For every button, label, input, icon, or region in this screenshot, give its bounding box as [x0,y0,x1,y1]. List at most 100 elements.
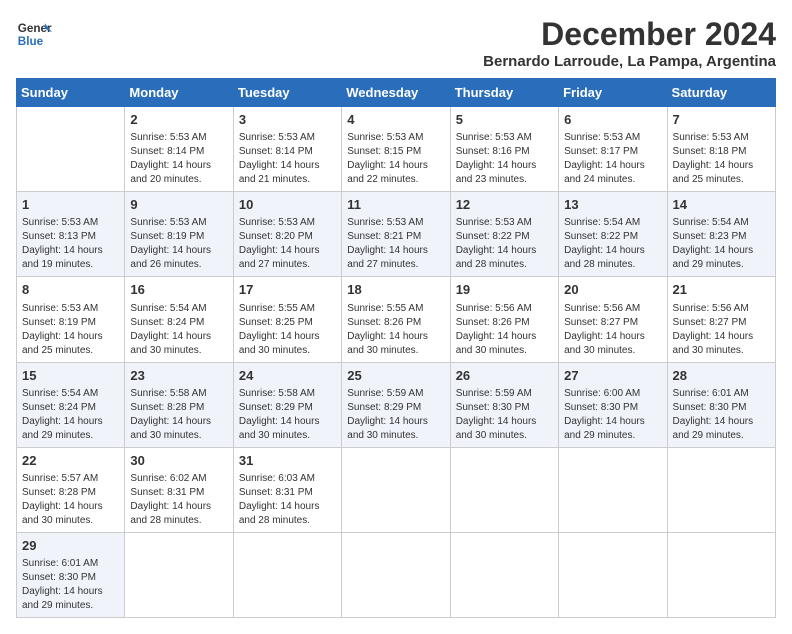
calendar-cell: 7Sunrise: 5:53 AM Sunset: 8:18 PM Daylig… [667,107,775,192]
day-number: 20 [564,281,661,299]
calendar-week-row: 29Sunrise: 6:01 AM Sunset: 8:30 PM Dayli… [17,532,776,617]
calendar-cell: 17Sunrise: 5:55 AM Sunset: 8:25 PM Dayli… [233,277,341,362]
day-info: Sunrise: 5:56 AM Sunset: 8:27 PM Dayligh… [673,302,770,358]
calendar-cell [125,532,233,617]
calendar-cell [559,447,667,532]
day-number: 31 [239,452,336,470]
calendar-cell: 23 Sunrise: 5:58 AM Sunset: 8:28 PM Dayli… [125,362,233,447]
day-number: 1 [22,196,119,214]
day-info: Sunrise: 5:56 AM Sunset: 8:27 PM Dayligh… [564,302,661,358]
header-saturday: Saturday [667,79,775,107]
calendar-cell: 19 Sunrise: 5:56 AM Sunset: 8:26 PM Dayli… [450,277,558,362]
day-number: 16 [130,281,227,299]
day-info: Sunrise: 5:59 AM Sunset: 8:30 PM Dayligh… [456,387,553,443]
calendar-cell: 21Sunrise: 5:56 AM Sunset: 8:27 PM Dayli… [667,277,775,362]
day-number: 19 [456,281,553,299]
header-sunday: Sunday [17,79,125,107]
month-title: December 2024 [483,16,776,53]
calendar-cell [667,447,775,532]
header-tuesday: Tuesday [233,79,341,107]
calendar-cell: 24Sunrise: 5:58 AM Sunset: 8:29 PM Dayli… [233,362,341,447]
day-info: Sunrise: 5:53 AM Sunset: 8:17 PM Dayligh… [564,131,661,187]
day-info: Sunrise: 5:53 AM Sunset: 8:19 PM Dayligh… [22,302,119,358]
calendar-cell: 2Sunrise: 5:53 AM Sunset: 8:14 PM Daylig… [125,107,233,192]
calendar-cell: 27Sunrise: 6:00 AM Sunset: 8:30 PM Dayli… [559,362,667,447]
day-number: 3 [239,111,336,129]
calendar-cell [450,447,558,532]
day-info: Sunrise: 5:53 AM Sunset: 8:18 PM Dayligh… [673,131,770,187]
calendar-cell: 13 Sunrise: 5:54 AM Sunset: 8:22 PM Dayli… [559,192,667,277]
day-number: 28 [673,367,770,385]
day-info: Sunrise: 5:56 AM Sunset: 8:26 PM Dayligh… [456,302,553,358]
day-info: Sunrise: 5:54 AM Sunset: 8:24 PM Dayligh… [130,302,227,358]
calendar-cell: 8 Sunrise: 5:53 AM Sunset: 8:19 PM Daylig… [17,277,125,362]
day-number: 26 [456,367,553,385]
day-info: Sunrise: 5:53 AM Sunset: 8:14 PM Dayligh… [239,131,336,187]
day-number: 25 [347,367,444,385]
day-info: Sunrise: 5:59 AM Sunset: 8:29 PM Dayligh… [347,387,444,443]
title-area: December 2024 Bernardo Larroude, La Pamp… [483,16,776,70]
header-wednesday: Wednesday [342,79,450,107]
calendar-cell: 25 Sunrise: 5:59 AM Sunset: 8:29 PM Dayli… [342,362,450,447]
calendar-cell: 10Sunrise: 5:53 AM Sunset: 8:20 PM Dayli… [233,192,341,277]
calendar-cell [342,447,450,532]
calendar-cell [233,532,341,617]
days-header-row: SundayMondayTuesdayWednesdayThursdayFrid… [17,79,776,107]
day-number: 10 [239,196,336,214]
day-info: Sunrise: 5:55 AM Sunset: 8:26 PM Dayligh… [347,302,444,358]
calendar-week-row: 8 Sunrise: 5:53 AM Sunset: 8:19 PM Daylig… [17,277,776,362]
calendar-cell: 5Sunrise: 5:53 AM Sunset: 8:16 PM Daylig… [450,107,558,192]
day-number: 17 [239,281,336,299]
calendar-cell: 4 Sunrise: 5:53 AM Sunset: 8:15 PM Daylig… [342,107,450,192]
calendar-cell: 12Sunrise: 5:53 AM Sunset: 8:22 PM Dayli… [450,192,558,277]
logo-icon: General Blue [16,16,52,52]
calendar-week-row: 22 Sunrise: 5:57 AM Sunset: 8:28 PM Dayli… [17,447,776,532]
day-number: 6 [564,111,661,129]
svg-text:Blue: Blue [18,35,44,48]
day-info: Sunrise: 5:57 AM Sunset: 8:28 PM Dayligh… [22,472,119,528]
calendar-cell [667,532,775,617]
calendar-cell: 26 Sunrise: 5:59 AM Sunset: 8:30 PM Dayli… [450,362,558,447]
day-number: 23 [130,367,227,385]
day-info: Sunrise: 5:53 AM Sunset: 8:15 PM Dayligh… [347,131,444,187]
day-number: 4 [347,111,444,129]
calendar-cell [17,107,125,192]
day-number: 5 [456,111,553,129]
day-number: 12 [456,196,553,214]
calendar-cell: 31 Sunrise: 6:03 AM Sunset: 8:31 PM Dayli… [233,447,341,532]
day-number: 9 [130,196,227,214]
calendar-cell: 30 Sunrise: 6:02 AM Sunset: 8:31 PM Dayli… [125,447,233,532]
calendar-cell: 20 Sunrise: 5:56 AM Sunset: 8:27 PM Dayli… [559,277,667,362]
logo: General Blue [16,16,52,52]
day-number: 13 [564,196,661,214]
calendar-cell [559,532,667,617]
day-info: Sunrise: 5:58 AM Sunset: 8:28 PM Dayligh… [130,387,227,443]
day-info: Sunrise: 6:03 AM Sunset: 8:31 PM Dayligh… [239,472,336,528]
calendar-cell: 14 Sunrise: 5:54 AM Sunset: 8:23 PM Dayli… [667,192,775,277]
day-info: Sunrise: 5:54 AM Sunset: 8:22 PM Dayligh… [564,216,661,272]
calendar-week-row: 15Sunrise: 5:54 AM Sunset: 8:24 PM Dayli… [17,362,776,447]
calendar-cell: 28 Sunrise: 6:01 AM Sunset: 8:30 PM Dayli… [667,362,775,447]
day-number: 30 [130,452,227,470]
day-number: 8 [22,281,119,299]
calendar-cell: 16 Sunrise: 5:54 AM Sunset: 8:24 PM Dayli… [125,277,233,362]
day-info: Sunrise: 5:54 AM Sunset: 8:23 PM Dayligh… [673,216,770,272]
day-number: 22 [22,452,119,470]
header-friday: Friday [559,79,667,107]
day-info: Sunrise: 5:53 AM Sunset: 8:13 PM Dayligh… [22,216,119,272]
day-info: Sunrise: 6:01 AM Sunset: 8:30 PM Dayligh… [673,387,770,443]
day-number: 15 [22,367,119,385]
header-monday: Monday [125,79,233,107]
day-info: Sunrise: 6:01 AM Sunset: 8:30 PM Dayligh… [22,557,119,613]
calendar-week-row: 2Sunrise: 5:53 AM Sunset: 8:14 PM Daylig… [17,107,776,192]
day-number: 18 [347,281,444,299]
calendar-cell: 15Sunrise: 5:54 AM Sunset: 8:24 PM Dayli… [17,362,125,447]
day-number: 11 [347,196,444,214]
day-number: 14 [673,196,770,214]
day-info: Sunrise: 6:02 AM Sunset: 8:31 PM Dayligh… [130,472,227,528]
calendar-cell: 29Sunrise: 6:01 AM Sunset: 8:30 PM Dayli… [17,532,125,617]
calendar-cell: 1 Sunrise: 5:53 AM Sunset: 8:13 PM Daylig… [17,192,125,277]
calendar-cell: 11 Sunrise: 5:53 AM Sunset: 8:21 PM Dayli… [342,192,450,277]
day-info: Sunrise: 5:53 AM Sunset: 8:21 PM Dayligh… [347,216,444,272]
day-number: 27 [564,367,661,385]
